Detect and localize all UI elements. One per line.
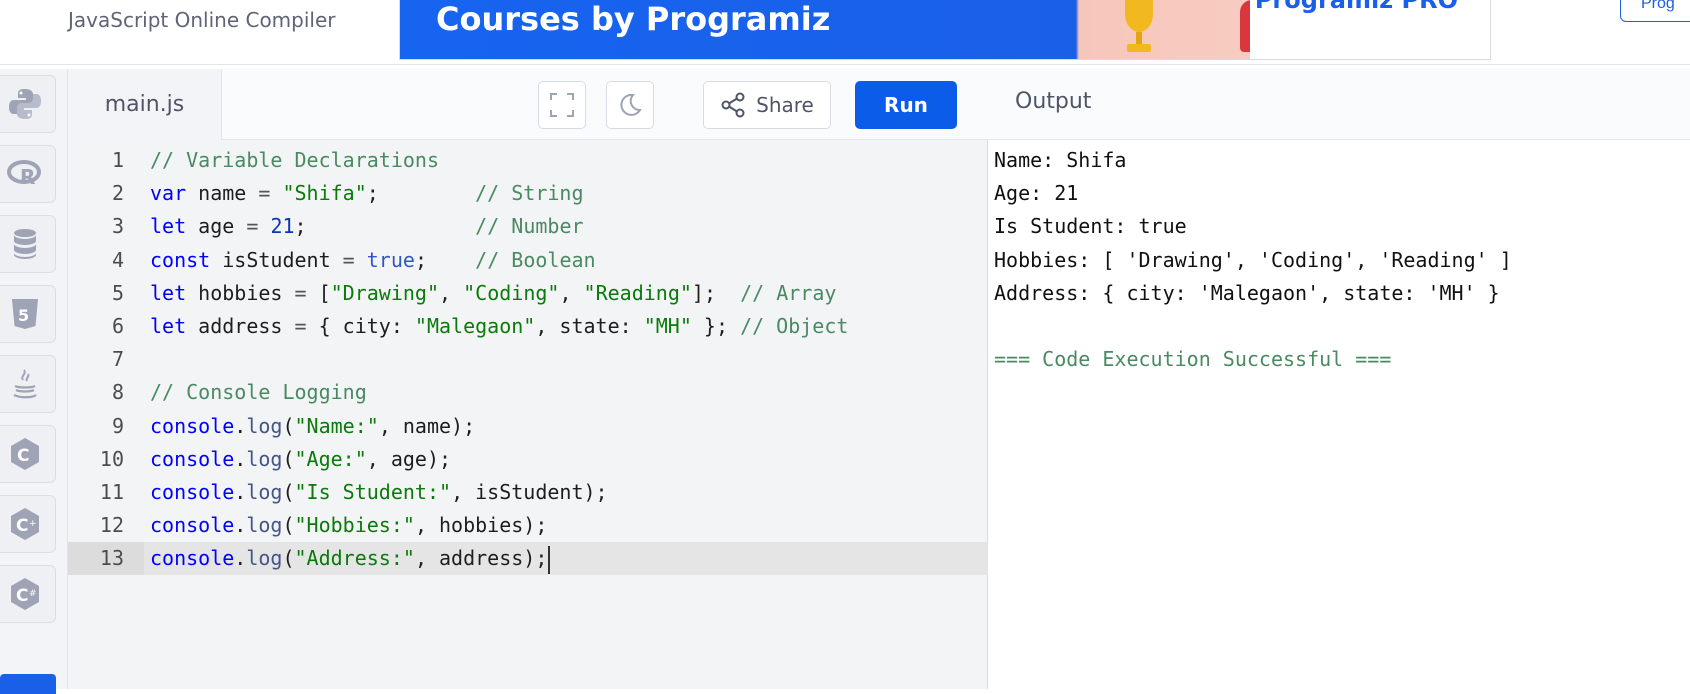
ad-banner[interactable]: Courses by Programiz Programiz PRO (399, 0, 1491, 60)
code-line[interactable]: 12 console.log("Hobbies:", hobbies); (68, 509, 988, 542)
output-header: Output (988, 69, 1690, 140)
html5-icon[interactable]: 5 (0, 285, 56, 343)
text-cursor (548, 545, 551, 574)
language-sidebar: R 5 C C + C # (0, 69, 68, 694)
cpp-icon[interactable]: C + (0, 495, 56, 553)
line-number: 10 (99, 446, 124, 471)
line-number: 7 (111, 347, 124, 372)
run-button[interactable]: Run (855, 81, 957, 129)
code-line[interactable]: 4 const isStudent = true; // Boolean (68, 244, 988, 277)
code-line[interactable]: 11 console.log("Is Student:", isStudent); (68, 476, 988, 509)
output-line: Address: { city: 'Malegaon', state: 'MH'… (994, 280, 1500, 305)
line-code: // Console Logging (150, 380, 367, 405)
code-editor[interactable]: 1 // Variable Declarations 2 var name = "Sh… (68, 140, 988, 689)
svg-text:C: C (17, 446, 29, 466)
line-code: let address = { city: "Malegaon", state:… (150, 314, 849, 338)
line-code: // Variable Declarations (150, 148, 439, 172)
fullscreen-icon (550, 93, 574, 117)
database-icon[interactable] (0, 215, 56, 273)
line-number: 2 (111, 181, 124, 206)
trophy-icon (1125, 0, 1153, 52)
line-code: console.log("Hobbies:", hobbies); (150, 513, 548, 538)
share-label: Share (756, 93, 814, 117)
output-line: Hobbies: [ 'Drawing', 'Coding', 'Reading… (994, 247, 1512, 272)
svg-text:5: 5 (18, 306, 29, 325)
code-line[interactable]: 7 (68, 343, 988, 376)
output-line: Is Student: true (994, 214, 1187, 239)
line-number: 13 (99, 546, 124, 571)
code-line[interactable]: 9 console.log("Name:", name); (68, 410, 988, 443)
code-line[interactable]: 8 // Console Logging (68, 376, 988, 409)
r-icon[interactable]: R (0, 145, 56, 203)
active-language-indicator[interactable] (0, 674, 56, 694)
line-code: let hobbies = ["Drawing", "Coding", "Rea… (150, 280, 837, 305)
execution-status: === Code Execution Successful === (994, 347, 1392, 372)
line-number: 4 (111, 247, 124, 272)
c-icon[interactable]: C (0, 425, 56, 483)
line-code: const isStudent = true; // Boolean (150, 247, 596, 272)
file-tab-main[interactable]: main.js (68, 69, 222, 140)
svg-text:+: + (29, 519, 37, 529)
output-panel: Name: Shifa Age: 21 Is Student: true Hobbie… (988, 140, 1690, 689)
line-code: console.log("Name:", name); (150, 413, 476, 438)
output-title: Output (1015, 89, 1092, 114)
code-line[interactable]: 6 let address = { city: "Malegaon", state… (68, 310, 988, 343)
line-number: 3 (111, 214, 124, 239)
line-code: console.log("Age:", age); (150, 446, 452, 471)
moon-icon (620, 93, 642, 116)
svg-text:C: C (16, 586, 28, 606)
banner-text: Courses by Programiz (436, 0, 831, 38)
output-line: Age: 21 (994, 181, 1079, 206)
code-line[interactable]: 2 var name = "Shifa"; // String (68, 177, 988, 210)
csharp-icon[interactable]: C # (0, 565, 56, 623)
python-icon[interactable] (0, 75, 56, 133)
code-line[interactable]: 1 // Variable Declarations (68, 144, 988, 177)
editor-toolbar: main.js Share Run (68, 69, 988, 140)
line-code: console.log("Is Student:", isStudent); (150, 480, 608, 504)
line-code: console.log("Address:", address); (150, 542, 551, 575)
top-bar: JavaScript Online Compiler Courses by Pr… (0, 0, 1690, 65)
code-line[interactable]: 3 let age = 21; // Number (68, 210, 988, 243)
line-number: 5 (111, 280, 124, 305)
banner-brand: Programiz PRO (1254, 0, 1458, 14)
banner-brand-panel: Programiz PRO (1250, 0, 1490, 59)
app-title: JavaScript Online Compiler (68, 8, 336, 32)
share-icon (721, 92, 745, 118)
line-number: 11 (99, 480, 124, 504)
code-line[interactable]: 13 console.log("Address:", address); (68, 542, 988, 576)
output-line: Name: Shifa (994, 148, 1127, 172)
line-code: let age = 21; // Number (150, 214, 584, 239)
line-number: 8 (111, 380, 124, 405)
share-button[interactable]: Share (703, 81, 831, 129)
line-number: 6 (111, 314, 124, 338)
line-number: 12 (99, 513, 124, 538)
svg-text:#: # (29, 589, 37, 599)
dark-mode-button[interactable] (606, 81, 654, 129)
programiz-pro-button[interactable]: Prog (1620, 0, 1690, 22)
svg-text:R: R (20, 165, 35, 189)
fullscreen-button[interactable] (538, 81, 586, 129)
code-line[interactable]: 10 console.log("Age:", age); (68, 443, 988, 476)
line-number: 1 (111, 148, 124, 172)
svg-text:C: C (16, 516, 28, 536)
line-number: 9 (111, 413, 124, 438)
code-line[interactable]: 5 let hobbies = ["Drawing", "Coding", "Re… (68, 277, 988, 310)
java-icon[interactable] (0, 355, 56, 413)
line-code: var name = "Shifa"; // String (150, 181, 584, 206)
